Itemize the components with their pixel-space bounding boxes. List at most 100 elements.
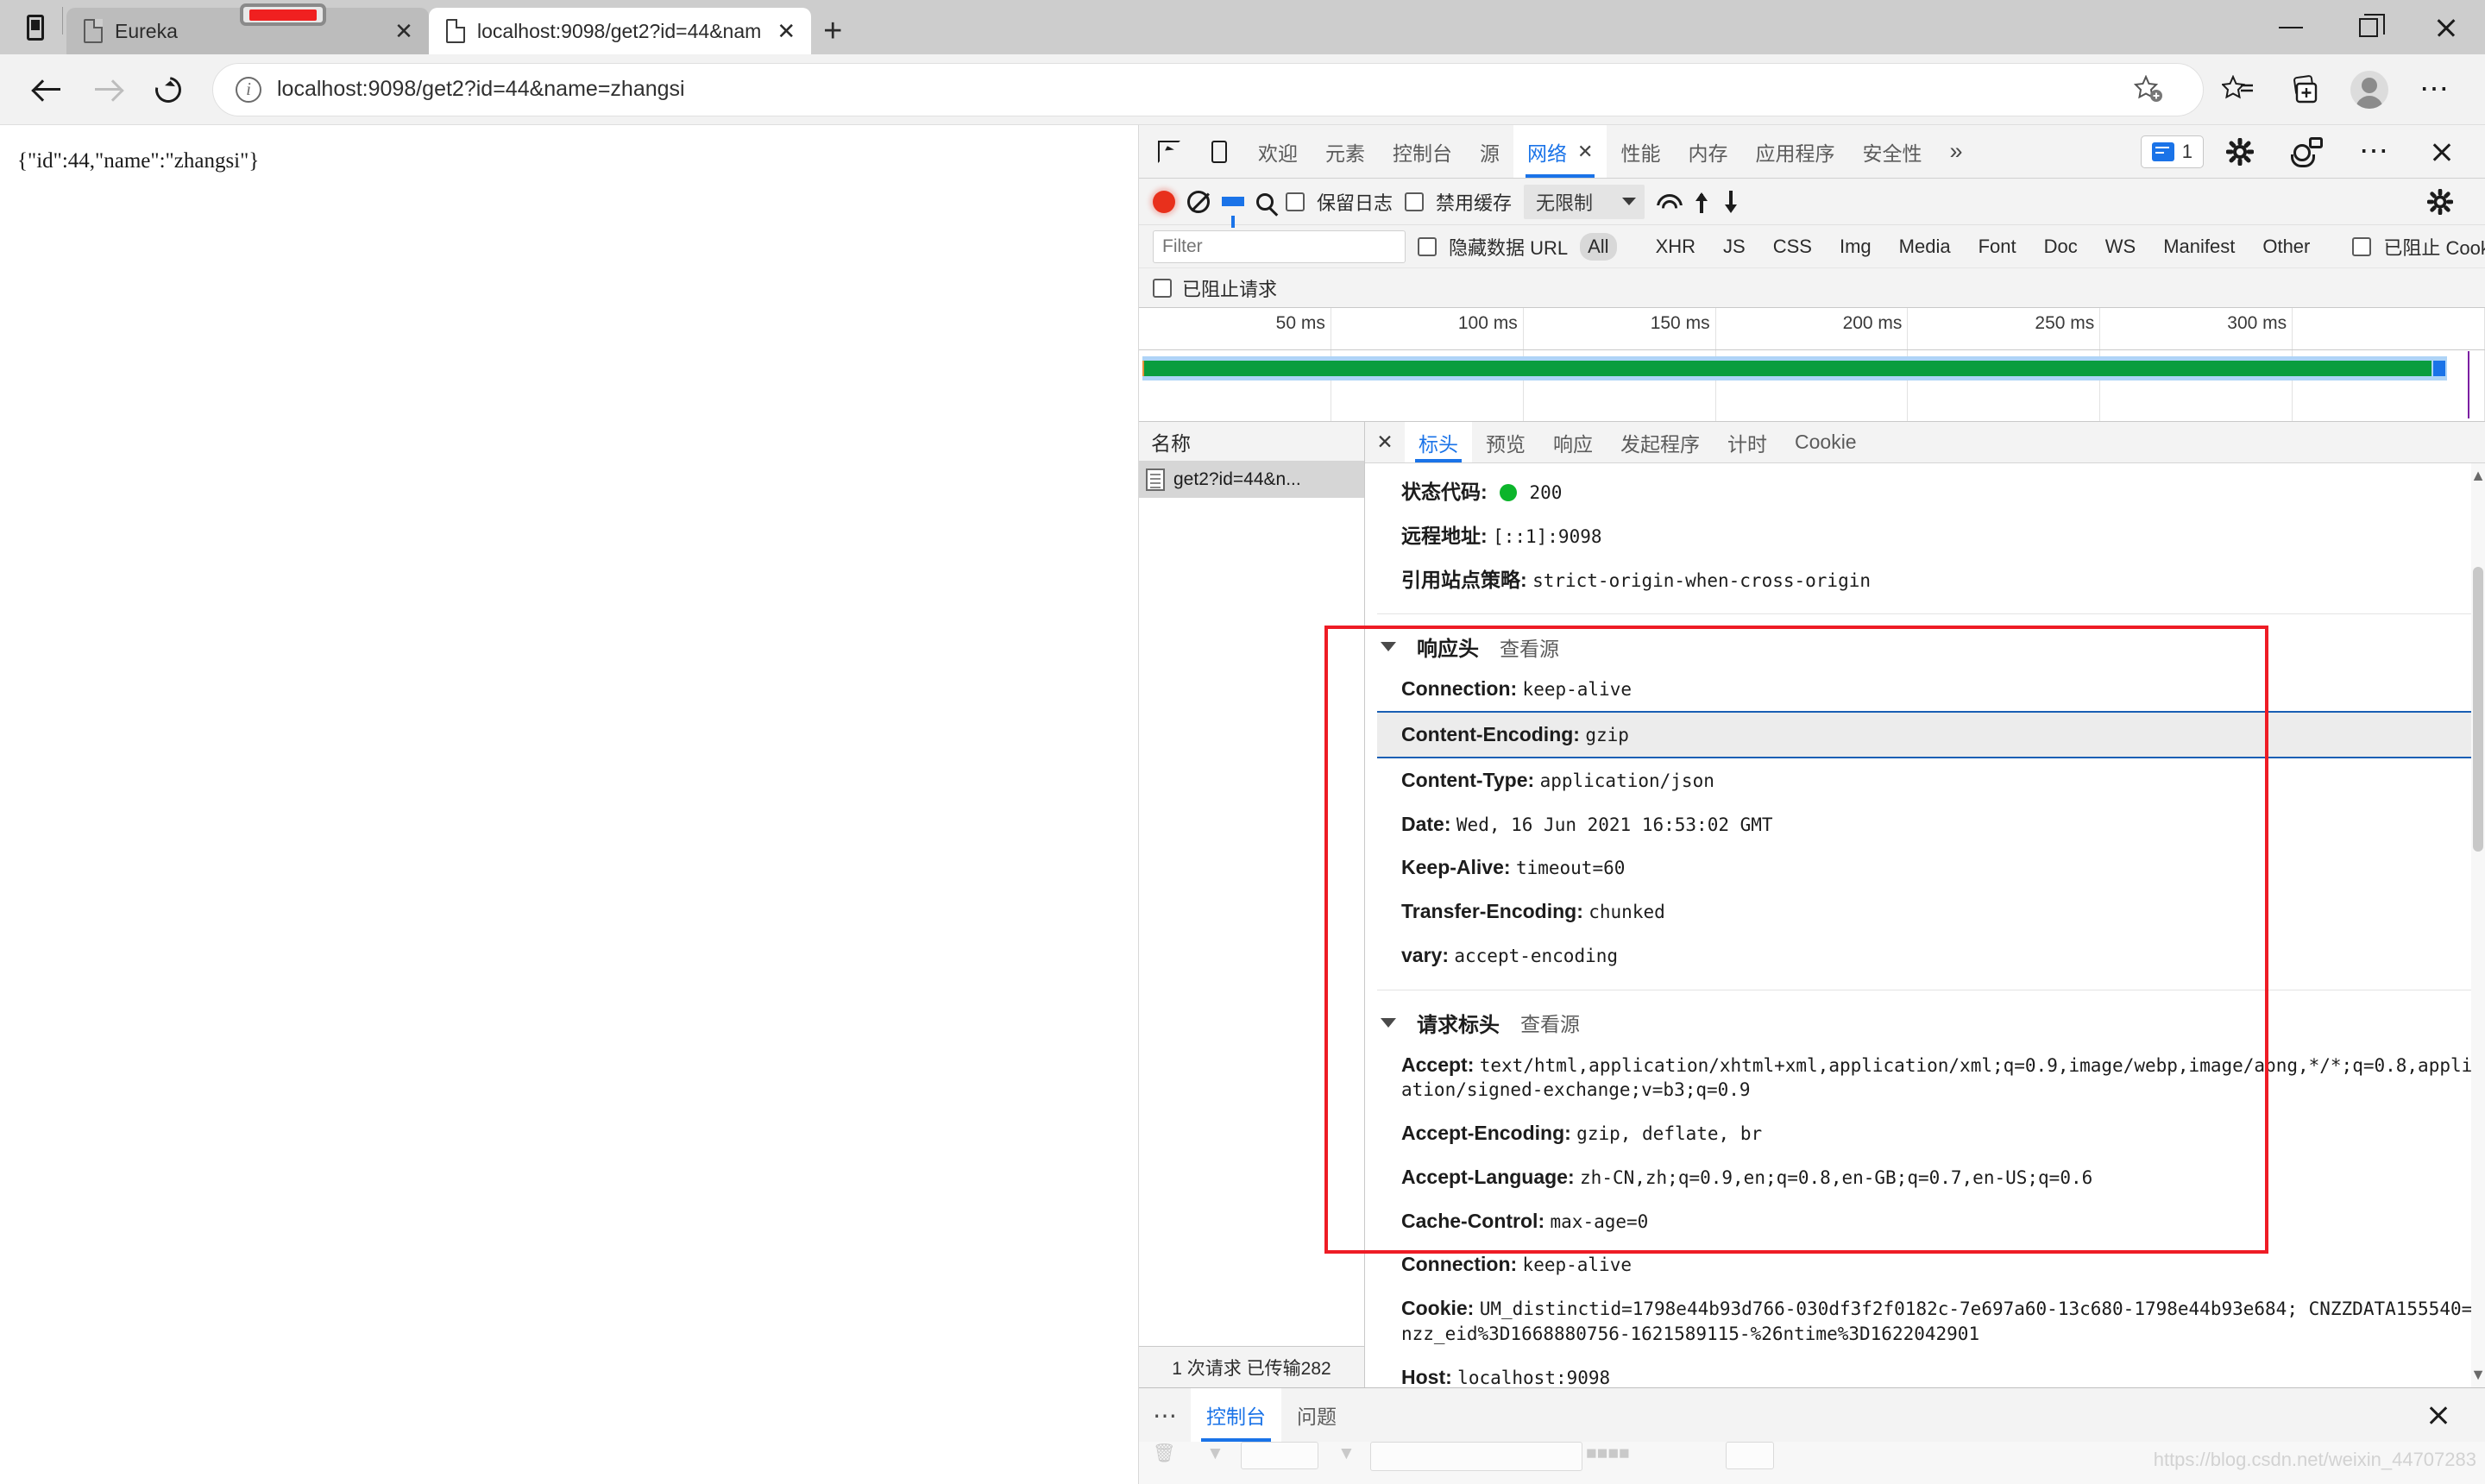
- table-row[interactable]: get2?id=44&n...: [1139, 462, 1364, 498]
- drawer-close-icon[interactable]: [2407, 1387, 2469, 1443]
- devtools-tab-network[interactable]: 网络 ✕: [1513, 125, 1607, 178]
- devtools-feedback-icon[interactable]: [2276, 123, 2338, 180]
- filter-type-js[interactable]: JS: [1715, 233, 1753, 261]
- devtools-tab-elements[interactable]: 元素: [1312, 125, 1379, 178]
- drawer-more-icon[interactable]: ⋯: [1139, 1388, 1191, 1442]
- collections-icon[interactable]: [2273, 61, 2335, 118]
- console-context-caret-icon[interactable]: ▼: [1206, 1443, 1224, 1464]
- browser-tab-localhost[interactable]: localhost:9098/get2?id=44&nam ✕: [429, 8, 812, 54]
- search-icon[interactable]: [1256, 192, 1274, 211]
- devtools-close-icon[interactable]: [2411, 123, 2473, 180]
- export-har-icon[interactable]: [1722, 190, 1740, 213]
- filter-input[interactable]: [1153, 230, 1406, 263]
- close-icon[interactable]: ✕: [1577, 141, 1593, 163]
- filter-type-css[interactable]: CSS: [1765, 233, 1820, 261]
- blocked-cookies-checkbox[interactable]: [2352, 236, 2372, 256]
- filter-type-media[interactable]: Media: [1891, 233, 1959, 261]
- more-tabs-icon[interactable]: »: [1935, 125, 1976, 178]
- devtools-settings-icon[interactable]: [2209, 123, 2271, 180]
- close-window-button[interactable]: [2407, 0, 2485, 54]
- headers-detail-body[interactable]: 状态代码: 200 远程地址: [::1]:9098 引用站点策略: stric…: [1365, 463, 2485, 1387]
- detail-tab-response[interactable]: 响应: [1539, 422, 1607, 462]
- network-settings-icon[interactable]: [2409, 173, 2471, 230]
- filter-type-img[interactable]: Img: [1832, 233, 1879, 261]
- devtools-tab-security[interactable]: 安全性: [1848, 125, 1935, 178]
- filter-type-all[interactable]: All: [1580, 232, 1617, 261]
- chevron-down-icon[interactable]: [1381, 642, 1396, 652]
- reload-button[interactable]: [140, 61, 197, 118]
- network-overview-timeline[interactable]: 50 ms 100 ms 150 ms 200 ms 250 ms 300 ms: [1139, 308, 2485, 422]
- close-icon[interactable]: ✕: [391, 18, 417, 44]
- devtools-tab-console[interactable]: 控制台: [1379, 125, 1466, 178]
- clear-icon[interactable]: [1187, 190, 1210, 213]
- console-level-caret-icon[interactable]: ▼: [1337, 1443, 1356, 1464]
- filter-type-other[interactable]: Other: [2255, 233, 2318, 261]
- response-headers-title-row[interactable]: 响应头 查看源: [1377, 621, 2485, 667]
- devtools-tab-welcome[interactable]: 欢迎: [1244, 125, 1312, 178]
- drawer-tab-console[interactable]: 控制台: [1191, 1388, 1281, 1442]
- view-source-link[interactable]: 查看源: [1500, 632, 1559, 662]
- filter-icon[interactable]: [1222, 197, 1244, 228]
- browser-settings-more-icon[interactable]: ⋯: [2404, 61, 2466, 118]
- address-bar[interactable]: i localhost:9098/get2?id=44&name=zhangsi: [212, 61, 2204, 118]
- page-icon: [84, 19, 103, 43]
- devtools-tab-application[interactable]: 应用程序: [1741, 125, 1848, 178]
- console-level-select[interactable]: [1241, 1442, 1318, 1469]
- watermark: https://blog.csdn.net/weixin_44707283: [2153, 1449, 2476, 1470]
- chevron-down-icon[interactable]: [1381, 1017, 1396, 1028]
- detail-tab-cookies[interactable]: Cookie: [1781, 422, 1871, 462]
- console-default-levels-label[interactable]: ■■■■: [1586, 1443, 1630, 1464]
- close-detail-icon[interactable]: ✕: [1365, 422, 1405, 462]
- devtools-more-icon[interactable]: ⋯: [2343, 123, 2406, 180]
- new-tab-button[interactable]: +: [811, 9, 854, 53]
- throttling-select[interactable]: 无限制: [1524, 184, 1645, 219]
- preserve-log-checkbox[interactable]: [1286, 192, 1305, 211]
- detail-tab-headers[interactable]: 标头: [1405, 422, 1472, 462]
- favorites-list-icon[interactable]: [2207, 61, 2269, 118]
- info-icon[interactable]: i: [236, 76, 261, 103]
- detail-tab-timing[interactable]: 计时: [1714, 422, 1781, 462]
- tick-label: 50 ms: [1275, 313, 1325, 333]
- hide-data-urls-checkbox[interactable]: [1418, 236, 1437, 256]
- view-source-link[interactable]: 查看源: [1520, 1008, 1580, 1037]
- console-settings-button[interactable]: [1726, 1442, 1774, 1469]
- filter-type-xhr[interactable]: XHR: [1648, 233, 1703, 261]
- tab-search-icon[interactable]: [9, 0, 62, 54]
- drawer-tab-issues[interactable]: 问题: [1281, 1388, 1352, 1442]
- devtools-tab-memory[interactable]: 内存: [1674, 125, 1741, 178]
- add-favorite-icon[interactable]: [2118, 61, 2180, 118]
- forward-button[interactable]: [79, 61, 136, 118]
- filter-type-manifest[interactable]: Manifest: [2155, 233, 2243, 261]
- red-annotation-marker: [240, 3, 326, 26]
- scrollbar-thumb[interactable]: [2473, 567, 2483, 852]
- header-row: Host: localhost:9098: [1377, 1355, 2485, 1388]
- console-clear-icon[interactable]: 🗑: [1153, 1443, 1176, 1464]
- header-name: vary:: [1401, 943, 1449, 966]
- devtools-tab-sources[interactable]: 源: [1466, 125, 1513, 178]
- blocked-requests-checkbox[interactable]: [1153, 278, 1172, 298]
- maximize-button[interactable]: [2330, 0, 2407, 54]
- minimize-button[interactable]: [2252, 0, 2330, 54]
- filter-type-doc[interactable]: Doc: [2036, 233, 2086, 261]
- filter-type-ws[interactable]: WS: [2098, 233, 2143, 261]
- tab-divider: [62, 6, 63, 35]
- close-icon[interactable]: ✕: [773, 18, 799, 44]
- console-filter-input[interactable]: [1370, 1442, 1582, 1471]
- record-button[interactable]: [1153, 190, 1175, 213]
- detail-tab-preview[interactable]: 预览: [1472, 422, 1539, 462]
- back-button[interactable]: [19, 61, 76, 118]
- devtools-tab-performance[interactable]: 性能: [1607, 125, 1674, 178]
- profile-avatar[interactable]: [2338, 61, 2400, 118]
- network-conditions-icon[interactable]: [1657, 192, 1681, 211]
- scroll-up-icon[interactable]: ▲: [2470, 463, 2485, 488]
- detail-scrollbar[interactable]: ▲ ▼: [2470, 463, 2485, 1387]
- inspect-element-icon[interactable]: [1144, 125, 1194, 178]
- device-toolbar-icon[interactable]: [1194, 125, 1244, 178]
- import-har-icon[interactable]: [1693, 191, 1710, 213]
- request-headers-title-row[interactable]: 请求标头 查看源: [1377, 997, 2485, 1043]
- filter-type-font[interactable]: Font: [1971, 233, 2024, 261]
- detail-tab-initiator[interactable]: 发起程序: [1607, 422, 1714, 462]
- message-count-badge[interactable]: 1: [2140, 135, 2204, 168]
- disable-cache-checkbox[interactable]: [1405, 192, 1425, 211]
- scroll-down-icon[interactable]: ▼: [2470, 1362, 2485, 1387]
